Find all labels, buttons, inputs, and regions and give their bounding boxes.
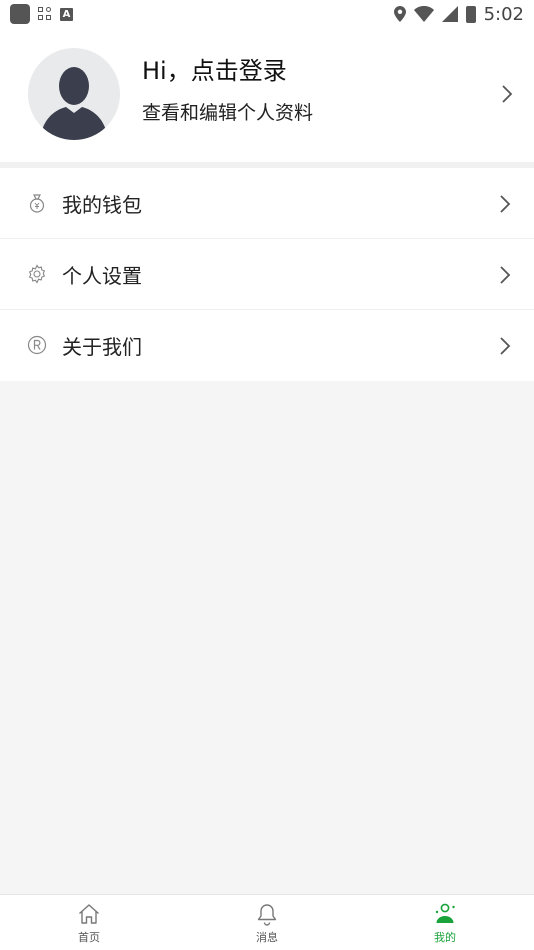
bottom-nav: 首页 消息 我的 (0, 894, 534, 950)
menu-item-about[interactable]: 关于我们 (0, 310, 534, 381)
wallet-icon (29, 194, 45, 213)
profile-subtitle: 查看和编辑个人资料 (142, 102, 314, 124)
location-icon (393, 6, 406, 22)
nav-item-messages[interactable]: 消息 (178, 895, 356, 950)
status-right: 5:02 (393, 3, 524, 25)
home-icon (79, 904, 99, 924)
menu-item-label: 关于我们 (62, 335, 142, 359)
menu-item-label: 个人设置 (62, 263, 142, 288)
chevron-right-icon[interactable] (500, 83, 514, 105)
a-badge-icon: A (60, 7, 73, 21)
profile-icon (435, 903, 455, 923)
avatar-placeholder-icon[interactable] (28, 48, 120, 140)
profile-text: Hi，点击登录 查看和编辑个人资料 (142, 54, 313, 126)
chevron-right-icon (500, 195, 511, 213)
screen: A 5:02 Hi，点击登录 查看和编辑个人资料 我的钱包 个人设置 关于我们 … (0, 0, 534, 950)
status-bar: A 5:02 (0, 0, 534, 28)
status-left: A (10, 4, 73, 24)
settings-menu: 我的钱包 个人设置 关于我们 (0, 168, 534, 381)
chevron-right-icon (500, 266, 511, 284)
nav-label: 我的 (434, 931, 456, 944)
app-square-icon (10, 4, 30, 24)
registered-icon (27, 335, 47, 355)
login-prompt[interactable]: Hi，点击登录 (142, 54, 313, 88)
wifi-icon (413, 6, 434, 22)
profile-header[interactable]: Hi，点击登录 查看和编辑个人资料 (0, 28, 534, 162)
nav-label: 首页 (78, 931, 100, 944)
nav-label: 消息 (256, 931, 278, 944)
battery-icon (465, 5, 476, 23)
nav-item-home[interactable]: 首页 (0, 895, 178, 950)
menu-item-label: 我的钱包 (62, 192, 142, 217)
menu-item-wallet[interactable]: 我的钱包 (0, 168, 534, 239)
nav-item-profile[interactable]: 我的 (356, 895, 534, 950)
signal-icon (441, 6, 458, 22)
apps-grid-icon (38, 7, 52, 21)
status-time: 5:02 (483, 3, 524, 25)
chevron-right-icon (500, 337, 511, 355)
bell-icon (257, 904, 277, 926)
menu-item-settings[interactable]: 个人设置 (0, 239, 534, 310)
gear-icon (28, 264, 46, 284)
